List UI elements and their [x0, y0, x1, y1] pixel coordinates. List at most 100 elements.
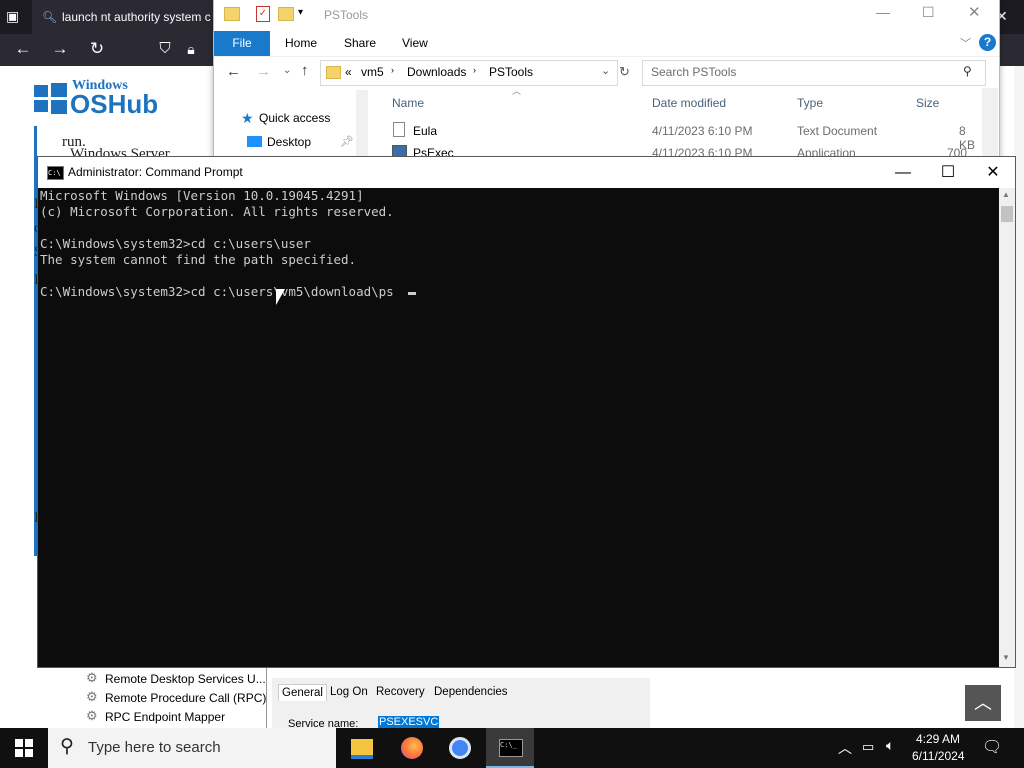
tab-dependencies[interactable]: Dependencies	[434, 686, 508, 698]
gear-icon: ⚙	[86, 708, 98, 723]
column-type[interactable]: Type	[797, 96, 823, 110]
tab-general[interactable]: General	[278, 684, 327, 701]
gear-icon: ⚙	[86, 670, 98, 685]
breadcrumb-downloads[interactable]: Downloads	[407, 65, 466, 79]
tab-list-icon[interactable]: ▣	[6, 8, 24, 26]
chevron-down-icon[interactable]: ⌄	[601, 64, 610, 77]
shield-icon[interactable]: ⛉	[152, 36, 178, 62]
service-name: RPC Endpoint Mapper	[105, 710, 226, 724]
cmd-output-text: Microsoft Windows [Version 10.0.19045.42…	[40, 188, 394, 299]
column-name[interactable]: Name	[392, 96, 424, 110]
notification-icon[interactable]: 🗨︎	[982, 737, 1002, 757]
path-prefix: «	[345, 65, 352, 79]
service-list-item[interactable]: ⚙ RPC Endpoint Mapper	[86, 708, 268, 726]
command-prompt-window[interactable]: C:\ Administrator: Command Prompt — ☐ ✕ …	[37, 156, 1016, 668]
tab-home[interactable]: Home	[285, 31, 317, 56]
tab-file[interactable]: File	[214, 31, 270, 56]
file-name: Eula	[413, 124, 438, 138]
cmd-console-area[interactable]: Microsoft Windows [Version 10.0.19045.42…	[38, 188, 999, 667]
back-icon[interactable]: ←	[10, 36, 36, 62]
service-list-item[interactable]: ⚙ Remote Desktop Services U...	[86, 670, 268, 688]
reload-icon[interactable]: ↻	[84, 36, 110, 62]
expand-ribbon-icon[interactable]: ﹀	[960, 35, 971, 51]
nav-desktop[interactable]: Desktop	[267, 135, 311, 149]
column-size[interactable]: Size	[916, 96, 939, 110]
quick-access-star-icon: ★	[241, 110, 254, 126]
close-icon[interactable]: ✕	[968, 3, 981, 21]
breadcrumb-separator-icon: ›	[473, 65, 476, 75]
file-row[interactable]: Eula 4/11/2023 6:10 PM Text Document 8 K…	[389, 120, 984, 152]
service-name: Remote Desktop Services U...	[105, 672, 266, 686]
services-window: ⚙ Remote Desktop Services U... ⚙ Remote …	[80, 668, 650, 730]
scroll-down-icon[interactable]: ▼	[1002, 653, 1010, 662]
taskbar-firefox[interactable]	[388, 728, 436, 768]
help-icon[interactable]: ?	[979, 34, 996, 51]
service-list-item[interactable]: ⚙ Remote Procedure Call (RPC)	[86, 689, 268, 707]
nav-quick-access[interactable]: Quick access	[259, 111, 330, 125]
address-bar[interactable]: « vm5 › Downloads › PSTools ⌄	[320, 60, 618, 86]
taskbar-file-explorer[interactable]	[338, 728, 386, 768]
taskbar-search-input[interactable]: ⚲ Type here to search	[48, 728, 336, 768]
clock[interactable]: 4:29 AM 6/11/2024	[908, 728, 970, 768]
mouse-pointer-icon	[276, 289, 285, 305]
scroll-up-icon[interactable]: ▲	[1002, 190, 1010, 199]
clock-date: 6/11/2024	[912, 749, 965, 763]
folder-icon	[224, 7, 240, 21]
explorer-search-input[interactable]: Search PSTools ⚲	[642, 60, 986, 86]
explorer-address-row: ← → ⌄ ↑ « vm5 › Downloads › PSTools ⌄ ↻ …	[214, 56, 999, 89]
cmd-title-bar[interactable]: C:\ Administrator: Command Prompt — ☐ ✕	[38, 157, 1015, 188]
maximize-icon[interactable]: ☐	[925, 157, 971, 188]
tab-view[interactable]: View	[402, 31, 428, 56]
gear-icon: ⚙	[86, 689, 98, 704]
properties-panel: General Log On Recovery Dependencies Ser…	[272, 678, 650, 730]
network-icon[interactable]: ▭	[862, 739, 874, 755]
forward-icon[interactable]: →	[256, 63, 271, 80]
maximize-icon[interactable]: ☐	[922, 4, 935, 21]
back-icon[interactable]: ←	[226, 63, 241, 80]
search-icon: ⚲	[60, 736, 74, 757]
up-icon[interactable]: ↑	[301, 62, 309, 79]
breadcrumb-pstools[interactable]: PSTools	[489, 65, 533, 79]
folder-icon	[326, 66, 341, 79]
oshub-logo[interactable]: Windows OSHub	[34, 78, 184, 119]
cmd-scrollbar[interactable]: ▲ ▼	[999, 188, 1015, 667]
forward-icon[interactable]: →	[47, 36, 73, 62]
minimize-icon[interactable]: —	[880, 157, 926, 188]
tab-share[interactable]: Share	[344, 31, 376, 56]
properties-icon[interactable]: ✓	[256, 6, 270, 22]
explorer-title-bar: ✓ ▾ PSTools — ☐ ✕	[214, 0, 999, 31]
start-button[interactable]	[0, 728, 48, 768]
recent-locations-icon[interactable]: ⌄	[283, 65, 291, 76]
lock-icon[interactable]: 🔒︎	[178, 36, 204, 62]
search-icon: ⚲	[963, 64, 972, 78]
taskbar: ⚲ Type here to search C:\_ ︿ ▭ 🔈︎ 4:29 A…	[0, 728, 1024, 768]
breadcrumb-separator-icon: ›	[391, 65, 394, 75]
breadcrumb-vm5[interactable]: vm5	[361, 65, 384, 79]
tab-log-on[interactable]: Log On	[330, 686, 368, 698]
browser-tab-active[interactable]: 🔍︎ launch nt authority system c	[32, 0, 222, 34]
file-list-scrollbar[interactable]	[982, 88, 998, 165]
cmd-scrollbar-thumb[interactable]	[1001, 206, 1013, 222]
cmd-app-icon: C:\	[47, 166, 64, 180]
firefox-icon	[401, 737, 423, 759]
minimize-icon[interactable]: —	[876, 4, 890, 20]
customize-qat-icon[interactable]: ▾	[298, 7, 303, 18]
cmd-taskbar-icon: C:\_	[499, 739, 523, 757]
taskbar-chrome[interactable]	[436, 728, 484, 768]
search-placeholder: Search PSTools	[651, 65, 737, 79]
chrome-icon	[449, 737, 471, 759]
show-hidden-icons-icon[interactable]: ︿	[838, 738, 852, 758]
explorer-title: PSTools	[324, 8, 369, 22]
tab-recovery[interactable]: Recovery	[376, 686, 425, 698]
volume-muted-icon[interactable]: 🔈︎	[886, 737, 894, 754]
desktop-icon	[247, 136, 262, 147]
close-icon[interactable]: ✕	[970, 157, 1016, 188]
nav-pane-scrollbar[interactable]	[356, 90, 368, 165]
service-name-value[interactable]: PSEXESVC	[378, 716, 440, 728]
new-folder-icon[interactable]	[278, 7, 294, 21]
column-date-modified[interactable]: Date modified	[652, 96, 726, 110]
scroll-to-top-button[interactable]: ︿	[965, 685, 1001, 721]
search-icon: 🔍︎	[42, 10, 58, 24]
taskbar-command-prompt[interactable]: C:\_	[486, 728, 534, 768]
refresh-icon[interactable]: ↻	[619, 64, 630, 80]
